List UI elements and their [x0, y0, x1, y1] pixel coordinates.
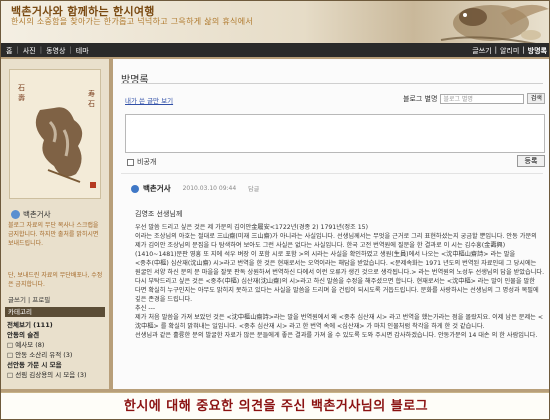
entry-header: 백촌거사 2010.03.10 09:44 답글 — [131, 183, 259, 194]
category-item[interactable]: □ 예사모 (8) — [7, 340, 105, 350]
svg-text:石: 石 — [18, 84, 25, 92]
divider — [121, 173, 543, 174]
blog-notice-2: 단, 보내드린 자료의 무단배포나, 수정은 금지합니다. — [8, 272, 103, 288]
search-button[interactable]: 검색 — [527, 93, 546, 104]
category-item[interactable]: 선안동 가문 시 모음 — [7, 360, 105, 370]
entry-paragraph: 추신 --- — [135, 305, 156, 312]
menu-theme[interactable]: 테마 — [76, 46, 89, 56]
menu-divider: | — [522, 46, 525, 54]
submit-button[interactable]: 등록 — [517, 155, 545, 167]
secret-option: 비공개 — [127, 157, 156, 167]
entry-greeting: 김영조 선생님께 — [135, 210, 183, 218]
reply-link[interactable]: 답글 — [248, 184, 259, 193]
menu-write[interactable]: 글쓰기 — [472, 46, 491, 56]
divider — [121, 83, 543, 84]
menu-divider: | — [494, 46, 497, 54]
write-profile-links[interactable]: 글쓰기 | 프로필 — [8, 294, 50, 304]
svg-text:壽: 壽 — [18, 93, 25, 102]
image-caption: 한시에 대해 중요한 의견을 주신 백촌거사님의 블로그 — [1, 392, 549, 419]
secret-label: 비공개 — [137, 158, 157, 166]
guestbook-textarea[interactable] — [125, 114, 545, 153]
category-item[interactable]: □ 안동 소산리 유적 (3) — [7, 350, 105, 360]
menu-video[interactable]: 동영상 — [46, 46, 65, 56]
menu-left: 홈 | 사진 | 동영상 | 테마 — [6, 46, 89, 56]
entry-paragraph: 이라는 조상님의 아호는 절대로 三山齋(미재 三山齋)가 아니라는 사실입니다… — [135, 233, 537, 258]
search-bar: 블로그 별명 블로그 별명 검색 — [403, 93, 546, 104]
entry-paragraph: <중추(中樞) 심산재(沈山齋) 시>라고 번역을 한 것은 현재로서는 오역이… — [135, 260, 545, 276]
screenshot-frame: 백촌거사와 함께하는 한시여행 한시의 소중함을 찾아가는 한가롭고 넉넉하고 … — [0, 0, 550, 420]
category-header: 카테고리 — [5, 307, 105, 317]
entry-date: 2010.03.10 09:44 — [182, 185, 237, 192]
entry-paragraph: 선생님과 같은 훌륭한 분의 발굴한 자료가 많은 분들에게 좋은 결과를 가져… — [135, 332, 538, 339]
profile-painting: 石壽 寿石 — [9, 69, 101, 199]
category-item[interactable]: □ 선림 김상용의 시 모음 (3) — [7, 370, 105, 380]
entry-body: 우선 말씀 드리고 싶은 것은 제 가문의 김이안金履安<1722년(경종 2)… — [135, 223, 545, 340]
guestbook-main: 방명록 내가 쓴 글만 보기 블로그 별명 블로그 별명 검색 비공개 등록 백… — [113, 59, 549, 389]
top-menu-bar: 홈 | 사진 | 동영상 | 테마 글쓰기 | 알리미 | 방명록 — [1, 43, 549, 57]
ink-rock-painting-icon: 石壽 寿石 — [10, 70, 100, 198]
category-list: 전체보기 (111) 안동의 슬겐 □ 예사모 (8) □ 안동 소산리 유적 … — [7, 320, 105, 380]
svg-text:石: 石 — [88, 100, 95, 108]
menu-divider: | — [69, 46, 72, 54]
menu-divider: | — [16, 46, 19, 54]
entry-paragraph: 제가 처음 말씀을 가져 보았던 것은 <沈中樞山齋詩>라는 말을 번역원에서 … — [135, 314, 544, 330]
entry-paragraph: 다시 부탁드리고 싶은 것은 <중추(中樞) 심산재(沈山齋)의 시>라고 하신… — [135, 278, 539, 303]
profile-icon — [11, 210, 20, 219]
search-label: 블로그 별명 — [403, 94, 438, 103]
menu-home[interactable]: 홈 — [6, 46, 12, 56]
menu-notifier[interactable]: 알리미 — [500, 46, 519, 56]
blog-banner: 백촌거사와 함께하는 한시여행 한시의 소중함을 찾아가는 한가롭고 넉넉하고 … — [1, 1, 549, 43]
profile-row: 백촌거사 — [11, 209, 51, 220]
profile-name[interactable]: 백촌거사 — [23, 209, 51, 220]
blog-subtitle: 한시의 소중함을 찾아가는 한가롭고 넉넉하고 그윽하게 삶의 휴식에서 — [11, 17, 254, 26]
menu-divider: | — [39, 46, 43, 54]
entry-paragraph: 우선 말씀 드리고 싶은 것은 제 가문의 김이안金履安<1722년(경종 2)… — [135, 224, 368, 231]
avatar-icon — [131, 184, 139, 193]
category-item[interactable]: 전체보기 (111) — [7, 320, 105, 330]
blog-notice: 블로그 자료의 무단 복사나 스크랩을 금지합니다. 하지만 출처를 밝히시면 … — [8, 222, 99, 247]
my-posts-link[interactable]: 내가 쓴 글만 보기 — [125, 95, 173, 105]
menu-photo[interactable]: 사진 — [23, 46, 36, 56]
bird-painting-icon — [440, 4, 549, 43]
sidebar: 石壽 寿石 백촌거사 블로그 자료의 무단 복사나 스크랩을 금지합니다. 하지… — [1, 59, 109, 389]
svg-text:寿: 寿 — [88, 89, 95, 98]
search-input[interactable]: 블로그 별명 — [440, 93, 525, 104]
menu-right: 글쓰기 | 알리미 | 방명록 — [472, 46, 547, 56]
entry-author[interactable]: 백촌거사 — [143, 183, 171, 194]
secret-checkbox[interactable] — [127, 158, 134, 166]
menu-guestbook[interactable]: 방명록 — [528, 46, 547, 56]
category-item[interactable]: 안동의 슬겐 — [7, 330, 105, 340]
